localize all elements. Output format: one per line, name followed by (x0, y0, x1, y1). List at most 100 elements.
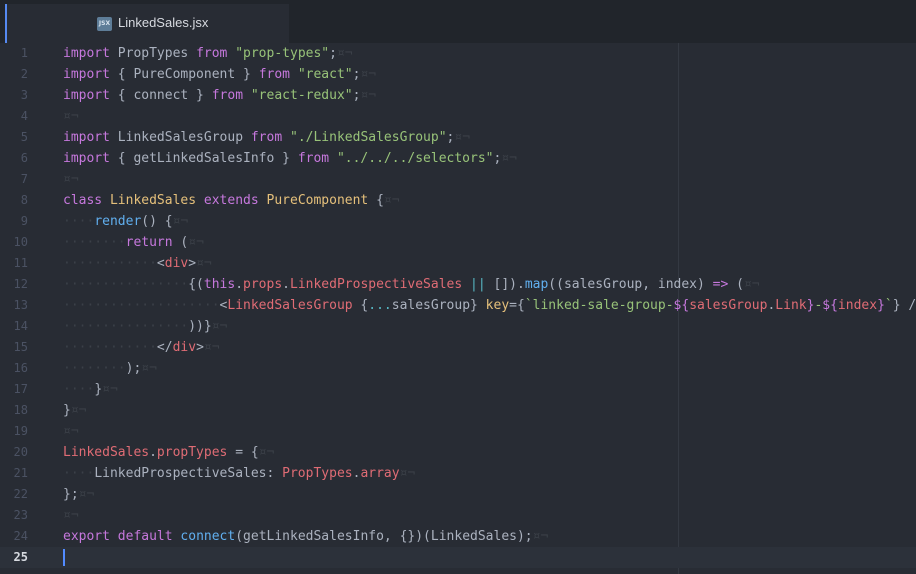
line-number: 14 (13, 319, 28, 333)
line-number: 6 (20, 151, 28, 165)
code-token: () { (141, 214, 173, 229)
line-number: 1 (20, 46, 28, 60)
code-line[interactable]: 8 class LinkedSales extends PureComponent… (0, 190, 916, 211)
code-token: ${ (822, 298, 838, 313)
code-text: ····render() {¤¬ (63, 211, 188, 232)
invisible-char: ¤¬ (172, 214, 189, 229)
code-token: LinkedSalesGroup (109, 130, 251, 145)
code-token: }; (63, 487, 79, 502)
code-token: import (63, 67, 110, 82)
code-line[interactable]: 7 ¤¬ (0, 169, 916, 190)
code-token: } /> (892, 298, 916, 313)
line-number: 23 (13, 508, 28, 522)
text-cursor (63, 549, 65, 566)
code-line[interactable]: 11 ············<div>¤¬ (0, 253, 916, 274)
code-token: => (712, 277, 729, 292)
line-number: 13 (13, 298, 28, 312)
code-token: div (164, 256, 189, 271)
code-line[interactable]: 1 import PropTypes from "prop-types";¤¬ (0, 43, 916, 64)
code-token: { getLinkedSalesInfo } (109, 151, 298, 166)
code-line[interactable]: 13 ····················<LinkedSalesGroup … (0, 295, 916, 316)
code-token: LinkedSales (63, 445, 150, 460)
code-token: "react-redux" (250, 88, 353, 103)
code-line[interactable]: 4 ¤¬ (0, 106, 916, 127)
code-token: { (368, 193, 384, 208)
invisible-char: ················ (63, 277, 189, 292)
code-line[interactable]: 10 ········return (¤¬ (0, 232, 916, 253)
invisible-char: ¤¬ (63, 172, 79, 187)
invisible-char: ¤¬ (188, 235, 204, 250)
code-line[interactable]: 20 LinkedSales.propTypes = {¤¬ (0, 442, 916, 463)
tab-bar: JSX LinkedSales.jsx (0, 0, 916, 43)
line-number: 2 (20, 67, 28, 81)
code-line[interactable]: 2 import { PureComponent } from "react";¤… (0, 64, 916, 85)
code-token: render (94, 214, 142, 229)
code-text: ················))}¤¬ (63, 316, 227, 337)
invisible-char: ¤¬ (360, 88, 377, 103)
code-token: LinkedSales (109, 193, 197, 208)
code-line[interactable]: 5 import LinkedSalesGroup from "./LinkedS… (0, 127, 916, 148)
code-token: from (297, 151, 330, 166)
code-line[interactable]: 21 ····LinkedProspectiveSales: PropTypes.… (0, 463, 916, 484)
invisible-char: ········ (63, 235, 126, 250)
code-token: (getLinkedSalesInfo, {})(LinkedSales); (235, 529, 533, 544)
code-token: import (63, 88, 110, 103)
code-token: LinkedSalesGroup (227, 298, 353, 313)
tab-linkedsales-jsx[interactable]: JSX LinkedSales.jsx (5, 4, 289, 43)
code-token: ( (728, 277, 744, 292)
code-text: import { connect } from "react-redux";¤¬ (63, 85, 376, 106)
code-line[interactable]: 25 (0, 547, 916, 568)
code-token: = { (227, 445, 259, 460)
code-line[interactable]: 19 ¤¬ (0, 421, 916, 442)
code-text: export default connect(getLinkedSalesInf… (63, 526, 548, 547)
code-token: from (196, 46, 228, 61)
code-line[interactable]: 6 import { getLinkedSalesInfo } from "../… (0, 148, 916, 169)
code-token: extends (203, 193, 259, 208)
code-token: PureComponent (266, 193, 369, 208)
code-token: { connect } (109, 88, 212, 103)
invisible-char: ¤¬ (258, 445, 275, 460)
code-line[interactable]: 3 import { connect } from "react-redux";¤… (0, 85, 916, 106)
code-token: from (258, 67, 290, 82)
line-number: 10 (13, 235, 28, 249)
code-text: ············</div>¤¬ (63, 337, 220, 358)
code-token: []). (485, 277, 525, 292)
code-text: ····················<LinkedSalesGroup {.… (63, 295, 916, 316)
code-line[interactable]: 18}¤¬ (0, 400, 916, 421)
invisible-char: ¤¬ (78, 487, 95, 502)
code-token: connect (180, 529, 236, 544)
invisible-char: ¤¬ (70, 403, 87, 418)
code-token: || (470, 277, 486, 292)
invisible-char: ¤¬ (336, 46, 353, 61)
code-line[interactable]: 16 ········);¤¬ (0, 358, 916, 379)
code-line[interactable]: 24 export default connect(getLinkedSalesI… (0, 526, 916, 547)
code-token: key (485, 298, 510, 313)
line-number: 11 (13, 256, 28, 270)
code-editor[interactable]: 1 import PropTypes from "prop-types";¤¬ 2 i… (0, 43, 916, 574)
code-token: {( (188, 277, 204, 292)
code-token: </ (156, 340, 173, 355)
code-line[interactable]: 14 ················))}¤¬ (0, 316, 916, 337)
code-token: export (63, 529, 110, 544)
code-line[interactable]: 17 ····}¤¬ (0, 379, 916, 400)
code-token: import (63, 151, 110, 166)
code-token: import (63, 130, 110, 145)
code-token: } (63, 403, 71, 418)
code-line[interactable]: 23 ¤¬ (0, 505, 916, 526)
line-number: 9 (20, 214, 28, 228)
line-number: 25 (13, 550, 28, 564)
code-line[interactable]: 12 ················{(this.props.LinkedPro… (0, 274, 916, 295)
invisible-char: ¤¬ (196, 256, 212, 271)
code-line[interactable]: 15 ············</div>¤¬ (0, 337, 916, 358)
code-token: LinkedProspectiveSales: (94, 466, 283, 481)
code-line[interactable]: 22};¤¬ (0, 484, 916, 505)
line-number: 12 (13, 277, 28, 291)
code-text: import { PureComponent } from "react";¤¬ (63, 64, 376, 85)
code-token: . (282, 277, 290, 292)
invisible-char: ···················· (63, 298, 220, 313)
code-token: > (196, 340, 204, 355)
line-number: 24 (13, 529, 28, 543)
code-line[interactable]: 9 ····render() {¤¬ (0, 211, 916, 232)
